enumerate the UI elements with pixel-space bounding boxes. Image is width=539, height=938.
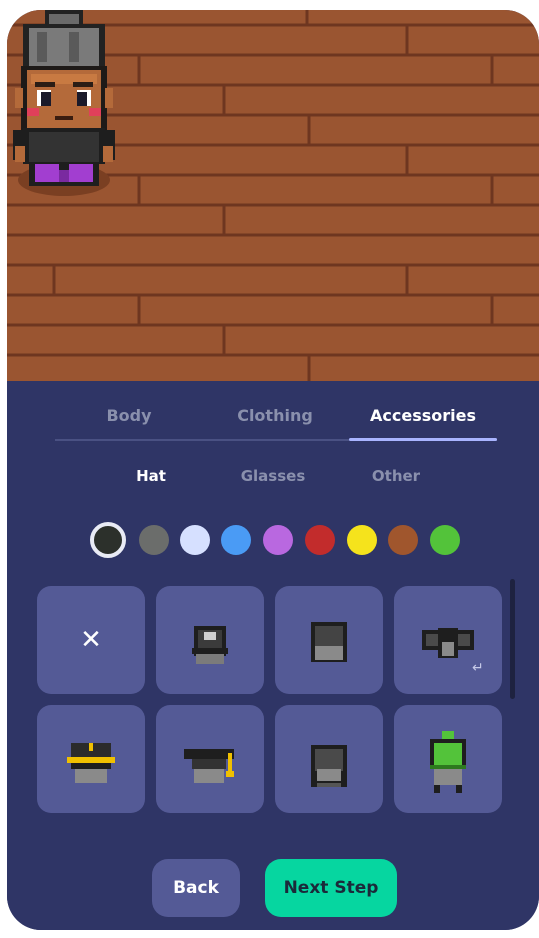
hat-option-beanie[interactable]: [275, 586, 383, 694]
tab-accessories[interactable]: Accessories: [349, 403, 497, 441]
subtab-other[interactable]: Other: [336, 467, 456, 485]
color-swatch[interactable]: [180, 525, 210, 555]
hat-option-graduation-cap[interactable]: [156, 705, 264, 813]
subtab-hat[interactable]: Hat: [91, 467, 211, 485]
wood-floor-background: [7, 10, 539, 381]
hat-option-hood[interactable]: [275, 705, 383, 813]
svg-text:↵: ↵: [472, 660, 484, 676]
tab-body[interactable]: Body: [55, 403, 203, 441]
tab-clothing[interactable]: Clothing: [201, 403, 349, 441]
color-swatch[interactable]: [221, 525, 251, 555]
next-step-button[interactable]: Next Step: [265, 859, 397, 917]
avatar-editor: Body Clothing Accessories Hat Glasses Ot…: [7, 10, 539, 930]
color-swatch[interactable]: [430, 525, 460, 555]
color-swatch-selected[interactable]: [90, 522, 126, 558]
hood-icon: [311, 745, 347, 787]
color-swatch[interactable]: [305, 525, 335, 555]
character-avatar: [13, 10, 115, 196]
green-beanie-icon: [430, 731, 466, 793]
category-tabs: Body Clothing Accessories: [55, 403, 497, 443]
color-swatch[interactable]: [388, 525, 418, 555]
color-swatch[interactable]: [347, 525, 377, 555]
hat-option-bat-wings[interactable]: ↵: [394, 586, 502, 694]
color-swatch[interactable]: [139, 525, 169, 555]
police-cap-icon: [67, 743, 115, 783]
baseball-cap-icon: [192, 626, 228, 664]
hat-option-green-beanie[interactable]: [394, 705, 502, 813]
bat-wings-icon: ↵: [422, 628, 484, 676]
hat-option-none[interactable]: ✕: [37, 586, 145, 694]
hat-option-police-cap[interactable]: [37, 705, 145, 813]
beanie-icon: [311, 622, 347, 662]
hat-options-grid: ✕ ↵: [37, 586, 507, 816]
accessory-subtabs: Hat Glasses Other: [7, 467, 539, 497]
color-swatch[interactable]: [263, 525, 293, 555]
hat-option-baseball-cap[interactable]: [156, 586, 264, 694]
options-scrollbar[interactable]: [510, 579, 515, 699]
active-tab-indicator: [349, 438, 497, 441]
subtab-glasses[interactable]: Glasses: [213, 467, 333, 485]
graduation-cap-icon: [184, 749, 234, 783]
close-icon: ✕: [80, 625, 102, 655]
color-picker: [7, 522, 539, 558]
customization-panel: Body Clothing Accessories Hat Glasses Ot…: [7, 381, 539, 930]
back-button[interactable]: Back: [152, 859, 240, 917]
